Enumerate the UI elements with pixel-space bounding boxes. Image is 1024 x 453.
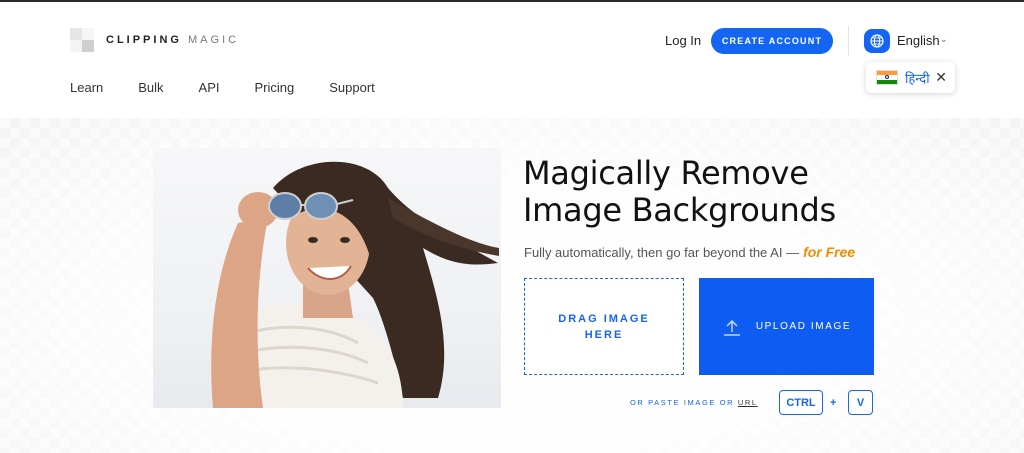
login-link[interactable]: Log In bbox=[665, 33, 701, 48]
nav-item-api[interactable]: API bbox=[199, 80, 220, 95]
drag-label-line1: DRAG IMAGE bbox=[558, 312, 650, 325]
hero-photo-woman-sunglasses bbox=[153, 148, 501, 408]
paste-url-link[interactable]: URL bbox=[738, 398, 758, 407]
paste-hint: OR PASTE IMAGE OR URL bbox=[630, 398, 758, 407]
brand-name-bold: CLIPPING bbox=[106, 34, 182, 46]
nav-item-support[interactable]: Support bbox=[329, 80, 375, 95]
hero-headline-line2: Image Backgrounds bbox=[523, 191, 836, 229]
hero-subtitle-text: Fully automatically, then go far beyond … bbox=[524, 245, 800, 260]
upload-icon bbox=[722, 318, 742, 336]
nav-item-pricing[interactable]: Pricing bbox=[255, 80, 295, 95]
language-selector-icon-button[interactable] bbox=[864, 29, 890, 53]
paste-hint-text: OR PASTE IMAGE OR bbox=[630, 398, 735, 407]
hero-subtitle-highlight: for Free bbox=[803, 244, 856, 260]
create-account-button[interactable]: CREATE ACCOUNT bbox=[711, 28, 833, 54]
header-divider bbox=[848, 26, 849, 56]
hero-headline-line1: Magically Remove bbox=[523, 154, 809, 192]
main-nav: Learn Bulk API Pricing Support bbox=[70, 80, 375, 95]
nav-item-learn[interactable]: Learn bbox=[70, 80, 103, 95]
language-current[interactable]: English bbox=[897, 33, 940, 48]
language-suggestion-hindi[interactable]: हिन्दी bbox=[905, 69, 930, 87]
globe-icon bbox=[870, 34, 884, 48]
ctrl-key: CTRL bbox=[779, 390, 823, 415]
language-suggestion-popup: हिन्दी ✕ bbox=[866, 62, 955, 93]
brand-logo[interactable]: CLIPPING MAGIC bbox=[70, 28, 239, 52]
close-icon[interactable]: ✕ bbox=[935, 69, 947, 86]
india-flag-icon bbox=[876, 70, 898, 85]
upload-image-button[interactable]: UPLOAD IMAGE bbox=[699, 278, 874, 375]
drag-label-line2: HERE bbox=[584, 328, 624, 341]
brand-name-light: MAGIC bbox=[188, 34, 240, 46]
brand-name: CLIPPING MAGIC bbox=[106, 34, 239, 46]
nav-item-bulk[interactable]: Bulk bbox=[138, 80, 163, 95]
chevron-down-icon[interactable]: ⌄ bbox=[940, 34, 948, 45]
hero-subtitle: Fully automatically, then go far beyond … bbox=[524, 244, 855, 260]
key-plus: + bbox=[830, 397, 837, 409]
hero-headline: Magically Remove Image Backgrounds bbox=[523, 155, 923, 229]
v-key: V bbox=[848, 390, 873, 415]
upload-button-label: UPLOAD IMAGE bbox=[755, 321, 852, 332]
window-top-border bbox=[0, 0, 1024, 2]
drag-image-dropzone[interactable]: DRAG IMAGE HERE bbox=[524, 278, 684, 375]
logo-mark-icon bbox=[70, 28, 94, 52]
